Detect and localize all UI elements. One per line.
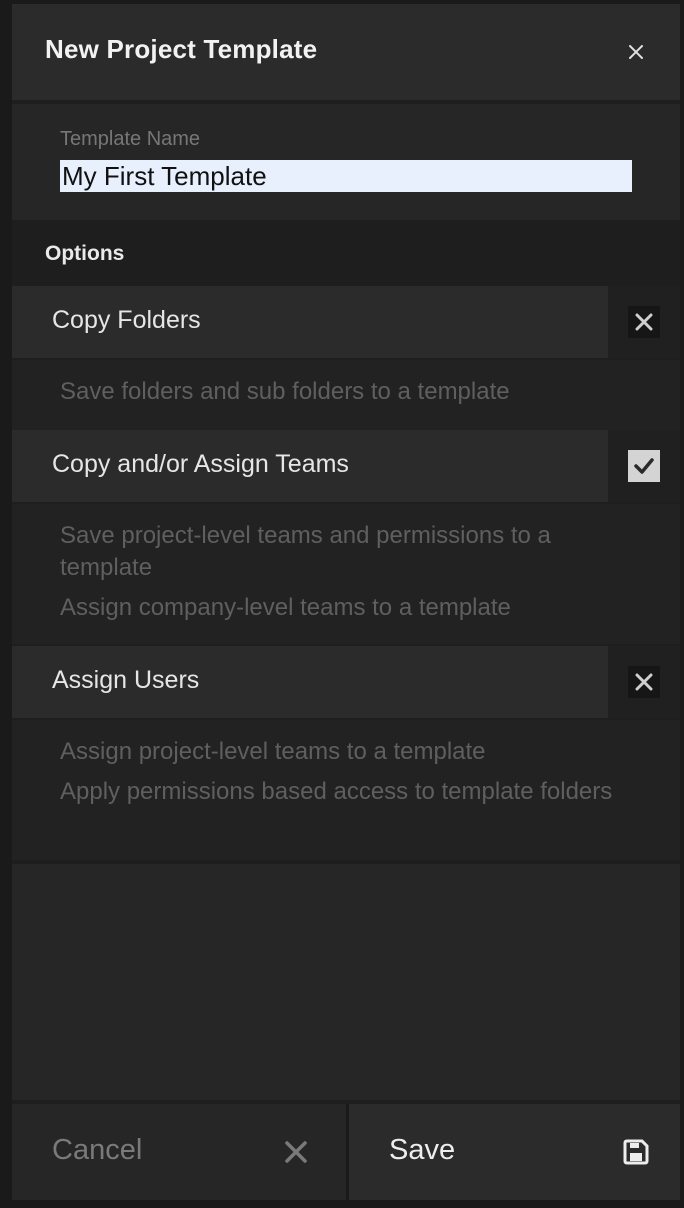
dialog-header: New Project Template	[12, 4, 680, 100]
template-name-section: Template Name	[12, 104, 680, 220]
template-name-label: Template Name	[60, 128, 201, 150]
checkmark-icon	[634, 458, 654, 474]
save-label: Save	[389, 1134, 456, 1166]
description-line: Save project-level teams and permissions…	[60, 522, 551, 581]
description-line: Apply permissions based access to templa…	[60, 778, 613, 805]
option-label: Copy Folders	[52, 306, 201, 334]
checked-box	[628, 450, 660, 482]
option-description: Save folders and sub folders to a templa…	[12, 360, 680, 430]
close-icon	[280, 1136, 312, 1168]
options-heading: Options	[45, 242, 125, 265]
dialog-title: New Project Template	[45, 34, 318, 64]
options-header: Options	[12, 220, 680, 284]
save-button[interactable]: Save	[349, 1104, 680, 1200]
template-name-input[interactable]	[60, 160, 632, 192]
close-button[interactable]	[622, 38, 650, 66]
description-line: Save folders and sub folders to a templa…	[60, 378, 510, 405]
unchecked-box	[628, 306, 660, 338]
option-label: Assign Users	[52, 666, 200, 694]
option-copy-folders[interactable]: Copy Folders	[12, 286, 680, 358]
dialog-footer: Cancel Save	[12, 1104, 680, 1200]
copy-folders-toggle[interactable]	[608, 286, 680, 358]
cancel-button[interactable]: Cancel	[12, 1104, 346, 1200]
option-assign-users[interactable]: Assign Users	[12, 646, 680, 718]
empty-content-area	[12, 864, 680, 1100]
x-icon	[635, 673, 653, 691]
option-description: Assign project-level teams to a template…	[12, 720, 680, 860]
close-icon	[629, 45, 643, 59]
assign-users-toggle[interactable]	[608, 646, 680, 718]
copy-assign-teams-toggle[interactable]	[608, 430, 680, 502]
option-copy-assign-teams[interactable]: Copy and/or Assign Teams	[12, 430, 680, 502]
cancel-label: Cancel	[52, 1134, 143, 1166]
x-icon	[635, 313, 653, 331]
unchecked-box	[628, 666, 660, 698]
new-project-template-dialog: New Project Template Template Name Optio…	[12, 4, 680, 1200]
description-line: Assign company-level teams to a template	[60, 594, 511, 621]
option-label: Copy and/or Assign Teams	[52, 450, 349, 478]
option-description: Save project-level teams and permissions…	[12, 504, 680, 644]
description-line: Assign project-level teams to a template	[60, 738, 486, 765]
floppy-disk-icon	[620, 1136, 652, 1168]
